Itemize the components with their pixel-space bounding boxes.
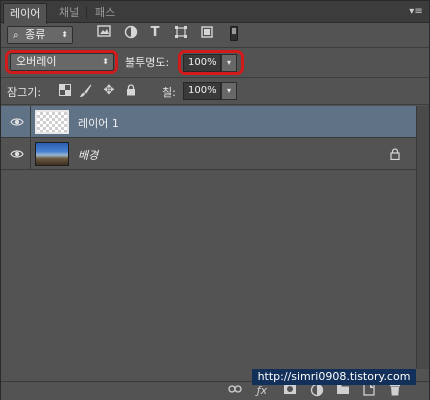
blend-mode-dropdown[interactable]: 오버레이 ⬍ <box>10 53 114 71</box>
lock-all-icon[interactable] <box>124 84 138 98</box>
layer-row-layer-1[interactable]: 레이어 1 <box>1 106 416 138</box>
lock-label: 잠그기: <box>7 86 42 99</box>
lock-pixels-brush-icon[interactable] <box>79 84 93 98</box>
tab-channels[interactable]: 채널 <box>53 3 85 23</box>
tab-divider <box>86 6 87 19</box>
fill-dropdown-button[interactable]: ▾ <box>221 82 237 100</box>
layers-panel: 레이어 채널 패스 ▾≡ ⌕ 종류 ⬍ T 오버레이 ⬍ 불투명도: 100% … <box>0 0 430 400</box>
tab-layers[interactable]: 레이어 <box>3 3 48 24</box>
updown-arrow-icon: ⬍ <box>102 57 109 66</box>
layer-name[interactable]: 배경 <box>78 147 98 163</box>
lock-transparency-icon[interactable] <box>58 84 72 98</box>
type-filter-icon[interactable]: T <box>147 25 163 41</box>
opacity-dropdown-button[interactable]: ▾ <box>221 54 237 72</box>
blog-watermark: http://simri0908.tistory.com <box>252 369 416 385</box>
layer-thumbnail-photo <box>35 142 69 166</box>
layer-style-fx-icon[interactable]: ƒx <box>254 383 270 399</box>
link-layers-icon[interactable] <box>227 383 243 399</box>
new-layer-icon[interactable] <box>361 383 377 399</box>
eye-icon[interactable] <box>10 148 24 160</box>
layer-row-background[interactable]: 배경 <box>1 138 416 170</box>
panel-tab-bar: 레이어 채널 패스 ▾≡ <box>1 1 429 24</box>
adjustment-layer-icon[interactable] <box>309 383 325 399</box>
lock-position-move-icon[interactable]: ✥ <box>102 84 116 98</box>
filter-kind-dropdown[interactable]: ⌕ 종류 ⬍ <box>7 26 73 44</box>
blend-mode-value: 오버레이 <box>16 55 57 68</box>
layer-name[interactable]: 레이어 1 <box>78 115 119 131</box>
tab-paths[interactable]: 패스 <box>89 3 121 23</box>
layers-scrollbar[interactable] <box>416 106 429 369</box>
shape-filter-icon[interactable] <box>173 25 189 41</box>
fill-input[interactable]: 100% <box>183 82 221 100</box>
delete-layer-trash-icon[interactable] <box>387 383 403 399</box>
smart-object-filter-icon[interactable] <box>199 25 215 41</box>
divider <box>1 104 429 105</box>
filter-toggle-switch[interactable] <box>230 26 238 41</box>
opacity-label: 불투명도: <box>125 56 170 69</box>
divider <box>1 77 429 78</box>
filter-kind-label: 종류 <box>25 28 46 41</box>
layers-list: 레이어 1 배경 <box>1 106 416 369</box>
divider <box>1 47 429 48</box>
search-icon: ⌕ <box>13 30 19 41</box>
new-group-folder-icon[interactable] <box>335 383 351 399</box>
eye-icon[interactable] <box>10 116 24 128</box>
image-filter-icon[interactable] <box>96 25 112 41</box>
updown-arrow-icon: ⬍ <box>61 30 68 39</box>
add-mask-icon[interactable] <box>282 383 298 399</box>
fill-label: 칠: <box>162 86 176 99</box>
panel-menu-icon[interactable]: ▾≡ <box>409 6 423 18</box>
adjustment-filter-icon[interactable] <box>123 25 139 41</box>
opacity-input[interactable]: 100% <box>183 54 221 72</box>
lock-icon <box>389 148 400 161</box>
layer-thumbnail-transparent <box>35 110 69 134</box>
visibility-cell[interactable] <box>1 106 31 138</box>
visibility-cell[interactable] <box>1 138 31 170</box>
